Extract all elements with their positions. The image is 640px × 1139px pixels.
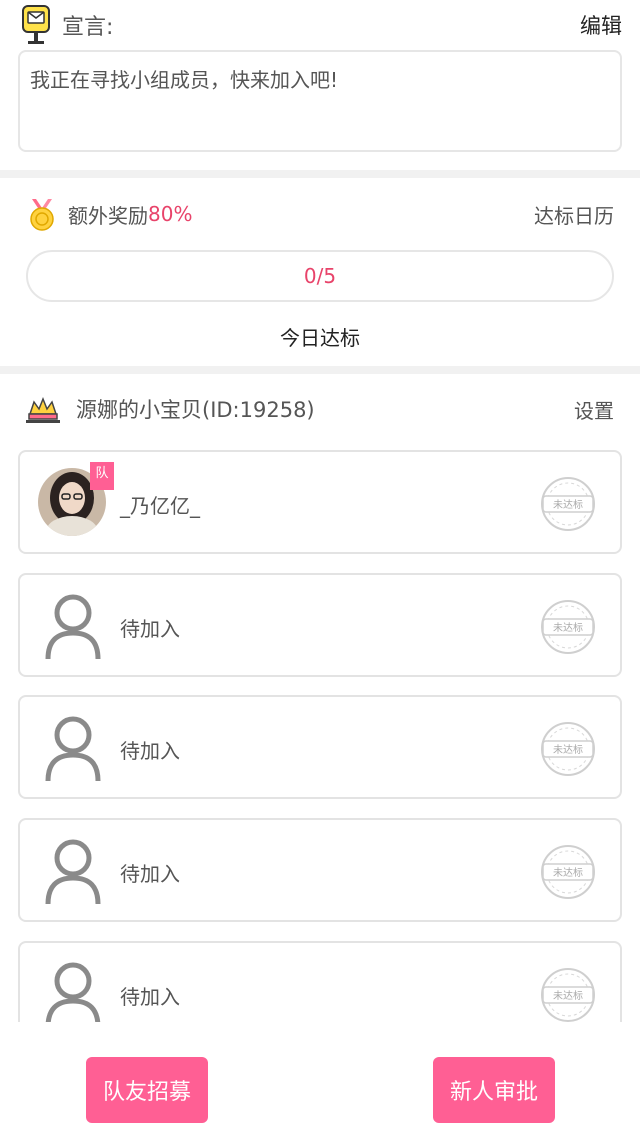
member-card[interactable]: 待加入 未达标 (18, 941, 622, 1022)
person-icon (45, 594, 101, 660)
team-name: 源娜的小宝贝(ID:19258) (76, 398, 315, 422)
member-name: 待加入 (120, 739, 180, 763)
section-divider (0, 170, 640, 178)
stamp-icon: 未达标 (541, 600, 595, 654)
stamp-icon: 未达标 (541, 722, 595, 776)
crown-icon (26, 396, 60, 423)
stamp-text: 未达标 (553, 744, 583, 756)
settings-link[interactable]: 设置 (574, 395, 614, 424)
approve-button[interactable]: 新人审批 (433, 1057, 555, 1123)
person-icon (45, 716, 101, 782)
stamp-icon: 未达标 (541, 968, 595, 1022)
reward-header: 额外奖励 80% 达标日历 (0, 178, 640, 250)
member-card[interactable]: 队 _乃亿亿_ 未达标 (18, 450, 622, 554)
member-card[interactable]: 待加入 未达标 (18, 573, 622, 677)
stamp-text: 未达标 (553, 867, 583, 879)
stamp-text: 未达标 (553, 622, 583, 634)
team-title-group: 源娜的小宝贝(ID:19258) (26, 394, 315, 424)
declaration-text-box[interactable]: 我正在寻找小组成员，快来加入吧! (18, 50, 622, 152)
medal-icon (30, 199, 54, 231)
mailbox-icon (22, 5, 50, 44)
progress-bar: 0/5 (26, 250, 614, 302)
section-divider (0, 366, 640, 374)
team-leader-badge: 队 (90, 462, 114, 490)
team-header: 源娜的小宝贝(ID:19258) 设置 (0, 374, 640, 444)
declaration-title-group: 宣言: (18, 4, 113, 46)
today-label: 今日达标 (280, 326, 360, 350)
member-name: 待加入 (120, 985, 180, 1009)
progress-text: 0/5 (303, 264, 337, 288)
member-card[interactable]: 待加入 未达标 (18, 695, 622, 799)
recruit-button[interactable]: 队友招募 (86, 1057, 208, 1123)
stamp-icon: 未达标 (541, 845, 595, 899)
member-list: 队 _乃亿亿_ 未达标 待加入 未达标 待加入 未达标 待加入 未达标 待加入 … (0, 450, 640, 1022)
stamp-text: 未达标 (553, 990, 583, 1002)
declaration-title: 宣言: (62, 15, 114, 40)
edit-button[interactable]: 编辑 (580, 10, 622, 40)
reward-title-group: 额外奖励 80% (26, 197, 192, 231)
calendar-link[interactable]: 达标日历 (534, 200, 614, 229)
person-icon (45, 962, 101, 1022)
member-name: 待加入 (120, 617, 180, 641)
member-name: 待加入 (120, 862, 180, 886)
member-name: _乃亿亿_ (120, 494, 200, 518)
reward-percent: 80% (148, 202, 193, 226)
declaration-header: 宣言: 编辑 (0, 0, 640, 50)
stamp-text: 未达标 (553, 499, 583, 511)
reward-label: 额外奖励 (68, 203, 148, 228)
member-card[interactable]: 待加入 未达标 (18, 818, 622, 922)
person-icon (45, 839, 101, 905)
stamp-icon: 未达标 (541, 477, 595, 531)
